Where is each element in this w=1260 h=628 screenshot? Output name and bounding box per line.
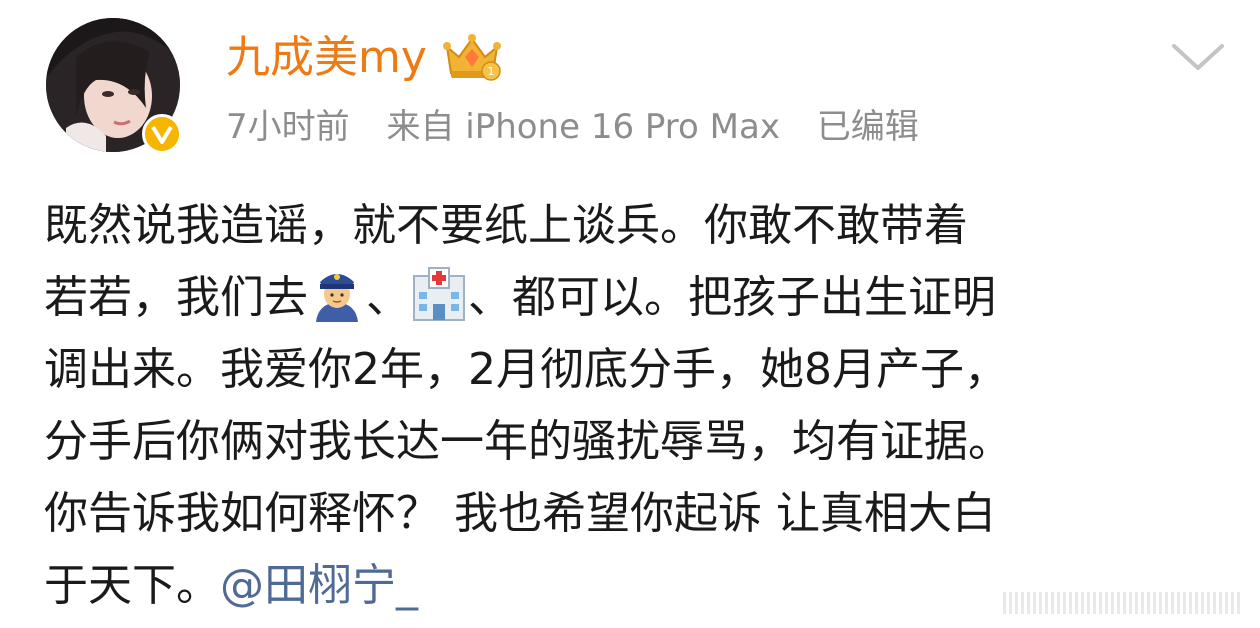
username-row: 九成美my 1 bbox=[226, 28, 503, 88]
avatar-container[interactable] bbox=[46, 18, 182, 154]
mention-link[interactable]: @田栩宁_ bbox=[220, 560, 418, 611]
police-officer-emoji bbox=[308, 264, 366, 322]
post-content: 既然说我造谣，就不要纸上谈兵。你敢不敢带着 若若，我们去 、 、都可以。把孩子出… bbox=[44, 190, 1224, 622]
post-line-5: 你告诉我如何释怀？ 我也希望你起诉 让真相大白 bbox=[44, 488, 996, 539]
verified-v-icon bbox=[142, 114, 182, 154]
post-line-2b: 、 bbox=[366, 272, 410, 323]
post-line-6a: 于天下。 bbox=[44, 560, 220, 611]
edited-label[interactable]: 已编辑 bbox=[817, 107, 919, 147]
watermark bbox=[1003, 592, 1240, 614]
crown-badge-icon[interactable]: 1 bbox=[441, 33, 503, 83]
post-line-2a: 若若，我们去 bbox=[44, 272, 308, 323]
chevron-down-icon[interactable] bbox=[1170, 40, 1226, 74]
post-time: 7小时前 bbox=[226, 107, 350, 147]
post-source: 来自 iPhone 16 Pro Max bbox=[386, 107, 780, 147]
post-line-3: 调出来。我爱你2年，2月彻底分手，她8月产子， bbox=[44, 344, 1008, 395]
post-line-2c: 、都可以。把孩子出生证明 bbox=[468, 272, 996, 323]
post-line-2: 若若，我们去 、 、都可以。把孩子出生证明 bbox=[44, 262, 1224, 334]
post-meta: 7小时前 来自 iPhone 16 Pro Max 已编辑 bbox=[226, 104, 945, 150]
hospital-emoji bbox=[410, 264, 468, 322]
username[interactable]: 九成美my bbox=[226, 28, 427, 88]
weibo-post: 九成美my 1 7小时前 来自 iPhone 16 Pro Max 已编辑 既然… bbox=[0, 0, 1260, 628]
post-line-4: 分手后你俩对我长达一年的骚扰辱骂，均有证据。 bbox=[44, 416, 1012, 467]
svg-text:1: 1 bbox=[487, 65, 494, 78]
post-line-1: 既然说我造谣，就不要纸上谈兵。你敢不敢带着 bbox=[44, 200, 968, 251]
